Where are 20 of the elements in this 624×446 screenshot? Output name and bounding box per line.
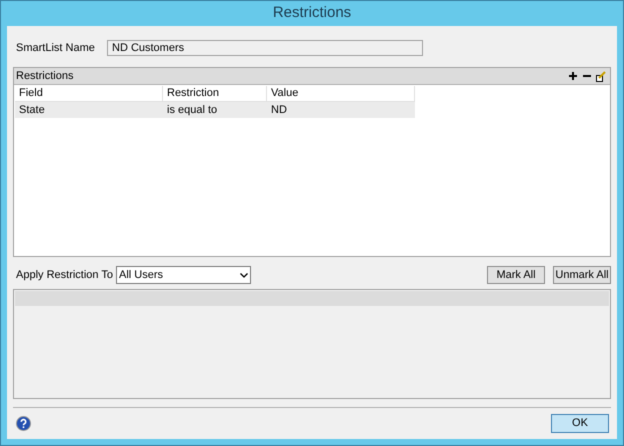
remove-icon[interactable] — [583, 72, 591, 80]
ok-button[interactable]: OK — [551, 414, 609, 433]
column-header[interactable]: Field — [15, 86, 163, 102]
caret-icon — [240, 272, 248, 278]
add-icon[interactable] — [569, 72, 577, 80]
panel-title: Restrictions — [16, 68, 74, 84]
table-cell-text: is equal to — [166, 102, 218, 118]
column-header[interactable]: Restriction — [163, 86, 267, 102]
field-label: Apply Restriction To — [15, 268, 114, 283]
table-cell-text: ND — [270, 102, 288, 118]
field-label: SmartList Name — [15, 40, 96, 56]
table-cell-text: State — [18, 102, 46, 118]
dropdown[interactable]: All Users — [116, 266, 251, 284]
help-icon[interactable] — [16, 416, 31, 431]
edit-icon[interactable] — [596, 70, 606, 82]
action-button[interactable]: Unmark All — [553, 266, 611, 284]
window-title: Restrictions — [272, 3, 352, 24]
smartlist-name-field[interactable]: ND Customers — [107, 40, 423, 56]
column-header[interactable]: Value — [267, 86, 415, 102]
action-button[interactable]: Mark All — [487, 266, 545, 284]
